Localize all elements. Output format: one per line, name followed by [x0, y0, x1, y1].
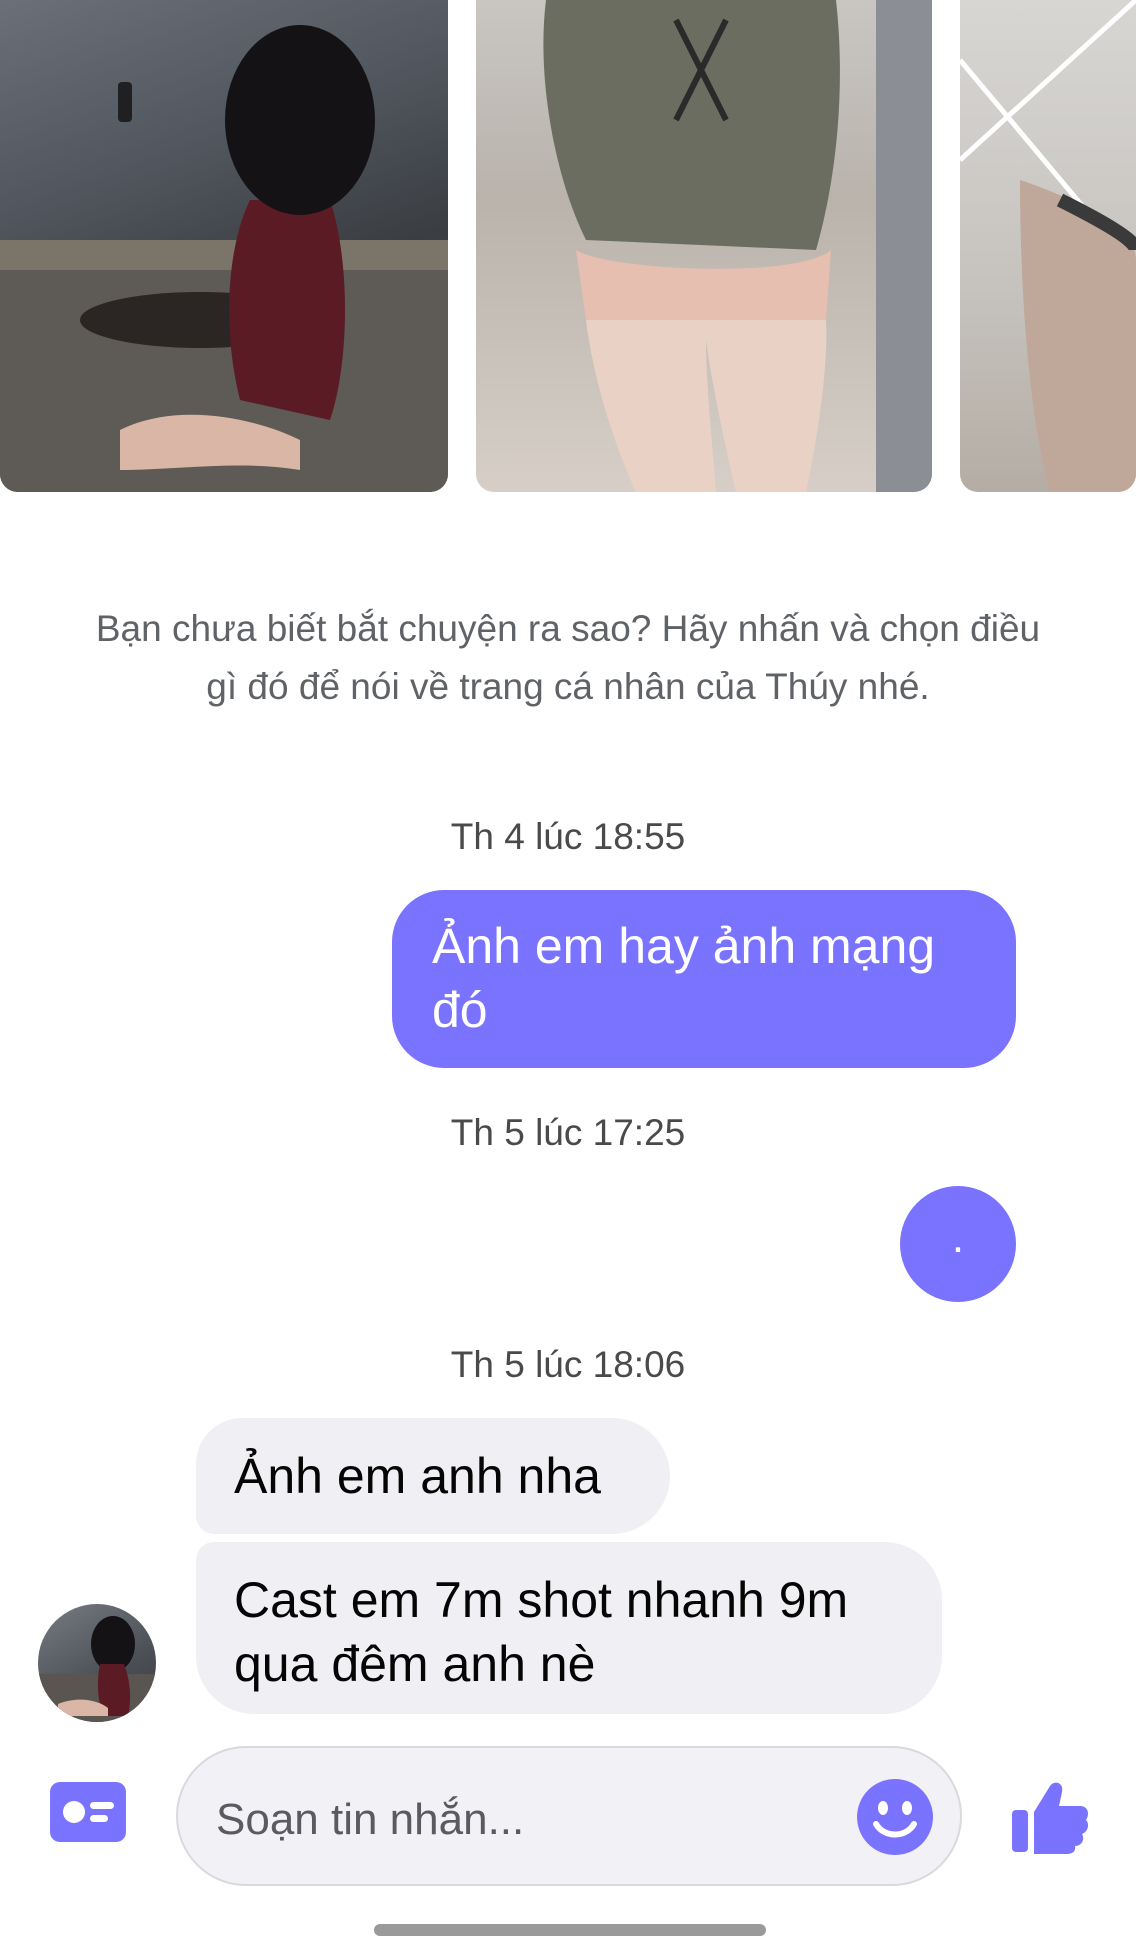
message-text: . [951, 1213, 965, 1262]
message-input[interactable] [214, 1784, 818, 1856]
profile-card-icon[interactable] [50, 1782, 126, 1842]
incoming-message-bubble[interactable]: Ảnh em anh nha [196, 1418, 670, 1534]
timestamp: Th 5 lúc 18:06 [450, 1344, 686, 1385]
message-input-container [176, 1746, 962, 1886]
profile-photo-1[interactable] [0, 0, 448, 492]
profile-photo-2[interactable] [476, 0, 932, 492]
home-indicator[interactable] [374, 1924, 766, 1936]
timestamp: Th 4 lúc 18:55 [450, 816, 686, 857]
photo-illustration [960, 0, 1136, 492]
avatar-image [38, 1616, 156, 1722]
outgoing-message-bubble[interactable]: . [900, 1186, 1016, 1302]
photo-illustration [0, 25, 448, 492]
conversation-starter-hint[interactable]: Bạn chưa biết bắt chuyện ra sao? Hãy nhấ… [80, 600, 1056, 716]
contact-avatar[interactable] [38, 1604, 156, 1722]
thumbs-up-icon[interactable] [1010, 1776, 1090, 1856]
smiley-icon[interactable] [856, 1778, 934, 1856]
timestamp: Th 5 lúc 17:25 [450, 1112, 686, 1153]
profile-photo-3[interactable] [960, 0, 1136, 492]
photo-illustration [543, 0, 932, 492]
message-text: Ảnh em anh nha [234, 1448, 601, 1504]
message-text: Ảnh em hay ảnh mạng đó [432, 918, 936, 1038]
message-text: Cast em 7m shot nhanh 9m qua đêm anh nè [234, 1572, 849, 1692]
profile-photo-strip [0, 0, 1136, 492]
outgoing-message-bubble[interactable]: Ảnh em hay ảnh mạng đó [392, 890, 1016, 1068]
message-composer [0, 1740, 1136, 1890]
incoming-message-bubble[interactable]: Cast em 7m shot nhanh 9m qua đêm anh nè [196, 1542, 942, 1714]
